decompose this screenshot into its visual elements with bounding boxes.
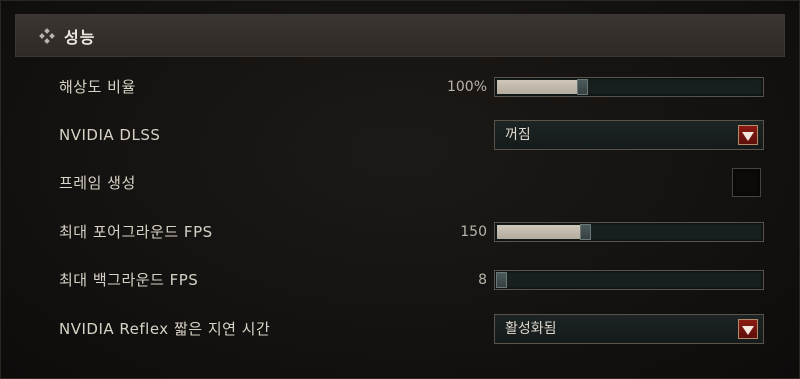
setting-row-max-foreground-fps: 최대 포어그라운드 FPS 150 (1, 212, 800, 252)
dlss-dropdown[interactable]: 꺼짐 (494, 120, 764, 150)
slider-thumb[interactable] (577, 79, 588, 95)
max-background-fps-label: 최대 백그라운드 FPS (59, 271, 199, 289)
reflex-dropdown[interactable]: 활성화됨 (494, 314, 764, 344)
setting-row-reflex: NVIDIA Reflex 짧은 지연 시간 활성화됨 (1, 309, 800, 349)
chevron-down-icon[interactable] (738, 125, 758, 145)
slider-thumb[interactable] (496, 272, 507, 288)
setting-row-frame-generation: 프레임 생성 (1, 163, 800, 203)
max-foreground-fps-value: 150 (460, 224, 487, 240)
resolution-scale-value: 100% (446, 79, 487, 95)
resolution-scale-label: 해상도 비율 (59, 78, 136, 96)
reflex-dropdown-value: 활성화됨 (505, 321, 557, 337)
section-header-performance[interactable]: 성능 (15, 14, 785, 57)
frame-generation-label: 프레임 생성 (59, 174, 136, 192)
chevron-down-icon[interactable] (738, 319, 758, 339)
dlss-label: NVIDIA DLSS (59, 126, 161, 144)
setting-row-resolution-scale: 해상도 비율 100% (1, 67, 800, 107)
reflex-label: NVIDIA Reflex 짧은 지연 시간 (59, 320, 271, 338)
max-background-fps-slider[interactable] (494, 270, 764, 290)
settings-panel: 성능 해상도 비율 100% NVIDIA DLSS 꺼짐 프레임 생성 최대 … (0, 0, 800, 379)
slider-fill (497, 80, 579, 94)
dlss-dropdown-value: 꺼짐 (505, 127, 531, 143)
max-foreground-fps-slider[interactable] (494, 222, 764, 242)
section-title: 성능 (64, 27, 96, 47)
max-foreground-fps-label: 최대 포어그라운드 FPS (59, 223, 213, 241)
diamond-cluster-icon (39, 27, 55, 44)
max-background-fps-value: 8 (478, 272, 487, 288)
resolution-scale-slider[interactable] (494, 77, 764, 97)
frame-generation-checkbox[interactable] (732, 168, 761, 197)
setting-row-max-background-fps: 최대 백그라운드 FPS 8 (1, 260, 800, 300)
setting-row-dlss: NVIDIA DLSS 꺼짐 (1, 115, 800, 155)
slider-thumb[interactable] (580, 224, 591, 240)
slider-fill (497, 225, 582, 239)
